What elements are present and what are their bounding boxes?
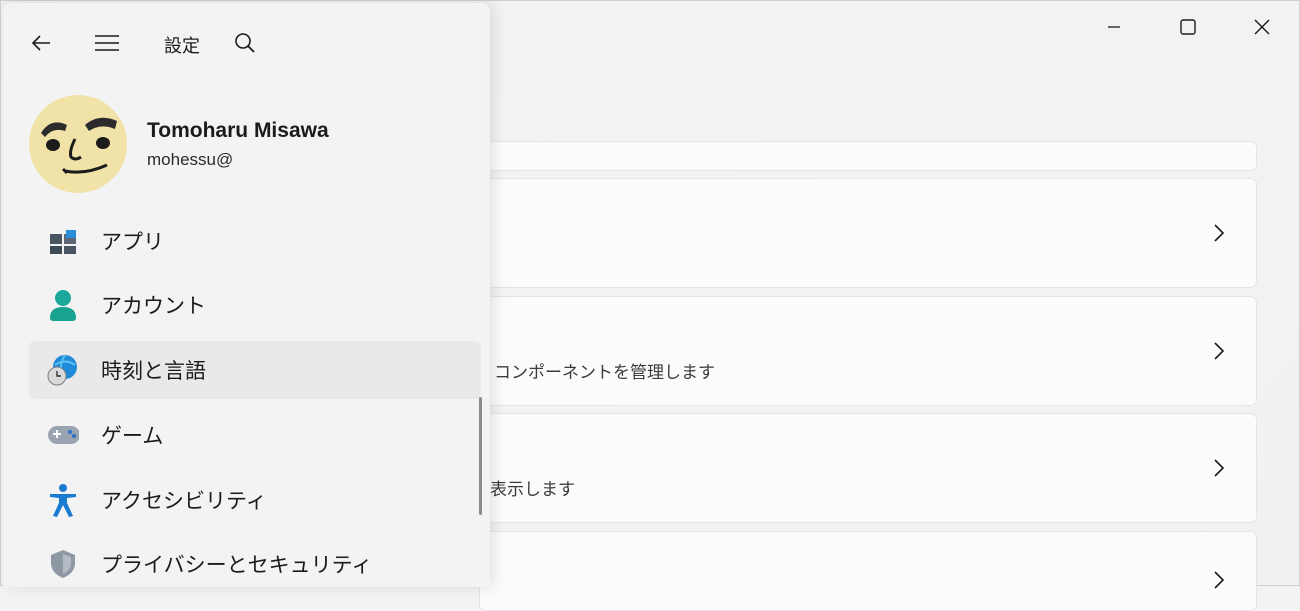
minimize-icon	[1108, 26, 1120, 28]
user-email: mohessu@	[147, 150, 234, 169]
app-title: 設定	[164, 36, 200, 56]
settings-card-3[interactable]: 表示します	[479, 413, 1257, 523]
settings-card-top-partial[interactable]	[479, 141, 1257, 171]
close-button[interactable]	[1225, 1, 1299, 53]
settings-card-2[interactable]: コンポーネントを管理します	[479, 296, 1257, 406]
hamburger-menu-icon	[95, 35, 119, 51]
sidebar-item-time-language[interactable]: 時刻と言語	[29, 341, 481, 399]
maximize-button[interactable]	[1151, 1, 1225, 53]
settings-window: コンポーネントを管理します 表示します 設定 Tomoharu Misawa m…	[0, 0, 1300, 611]
sidebar-item-label: アカウント	[101, 295, 206, 318]
window-caption-buttons	[1077, 1, 1299, 53]
user-profile[interactable]: Tomoharu Misawa mohessu@	[29, 95, 469, 195]
card-description: コンポーネントを管理します	[494, 363, 715, 382]
sidebar-scrollbar[interactable]	[479, 397, 482, 515]
accessibility-icon	[47, 483, 79, 517]
chevron-right-icon	[1214, 571, 1225, 589]
back-arrow-icon	[31, 35, 50, 51]
time-language-icon	[47, 353, 79, 387]
avatar-face-icon	[41, 117, 117, 175]
chevron-right-icon	[1214, 342, 1225, 360]
gaming-icon	[47, 418, 79, 452]
title-bar: 設定	[3, 3, 490, 83]
chevron-right-icon	[1214, 459, 1225, 477]
sidebar-menu: アプリ アカウント 時刻と言語 ゲーム アクセシビリティ プライバシーとセキュリ…	[29, 209, 483, 587]
search-button[interactable]	[229, 27, 261, 59]
sidebar-item-privacy-security[interactable]: プライバシーとセキュリティ	[29, 535, 481, 587]
user-name: Tomoharu Misawa	[147, 119, 329, 142]
settings-card-1[interactable]	[479, 178, 1257, 288]
navigation-pane: 設定 Tomoharu Misawa mohessu@ アプリ アカウント 時刻…	[3, 3, 490, 587]
sidebar-item-accessibility[interactable]: アクセシビリティ	[29, 471, 481, 529]
sidebar-item-label: 時刻と言語	[101, 360, 206, 383]
sidebar-item-label: アクセシビリティ	[101, 490, 267, 513]
sidebar-item-gaming[interactable]: ゲーム	[29, 406, 481, 464]
account-icon	[47, 288, 79, 322]
maximize-icon	[1180, 19, 1196, 35]
apps-icon	[47, 224, 79, 258]
settings-card-4[interactable]	[479, 531, 1257, 611]
card-description: 表示します	[490, 480, 575, 499]
sidebar-item-label: ゲーム	[101, 425, 164, 448]
avatar	[29, 95, 127, 193]
sidebar-item-label: プライバシーとセキュリティ	[101, 554, 373, 577]
back-button[interactable]	[25, 27, 57, 59]
minimize-button[interactable]	[1077, 1, 1151, 53]
sidebar-item-apps[interactable]: アプリ	[29, 212, 481, 270]
chevron-right-icon	[1214, 224, 1225, 242]
sidebar-item-label: アプリ	[101, 231, 164, 254]
sidebar-item-accounts[interactable]: アカウント	[29, 276, 481, 334]
menu-button[interactable]	[91, 27, 123, 59]
search-icon	[235, 33, 255, 53]
close-icon	[1254, 19, 1270, 35]
privacy-shield-icon	[47, 547, 79, 581]
